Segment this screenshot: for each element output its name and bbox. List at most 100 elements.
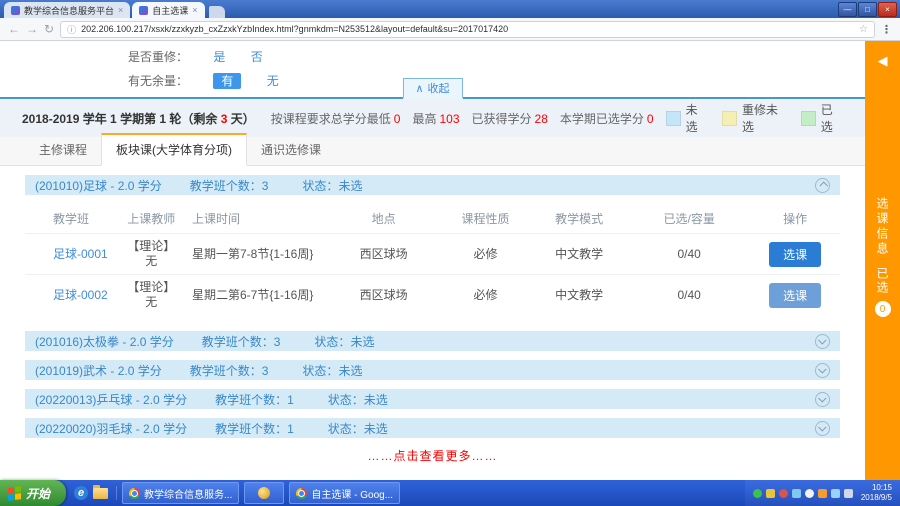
section-class-count: 教学班个数：3 <box>190 177 269 194</box>
time-cell: 星期一第7-8节{1-16周} <box>188 234 327 275</box>
chevron-down-icon[interactable] <box>815 421 830 436</box>
select-course-button[interactable]: 选课 <box>769 283 821 308</box>
tray-icon-lightblue[interactable] <box>792 489 801 498</box>
capacity-cell: 0/40 <box>628 275 750 316</box>
browser-menu-icon[interactable]: ⋮ <box>881 23 892 36</box>
taskbar: 开始 e 教学综合信息服务... 自主选课 - Goog... 1 <box>0 480 900 506</box>
back-button[interactable]: ← <box>8 23 20 35</box>
tab-close-icon[interactable]: × <box>118 5 123 15</box>
course-sections: (201010)足球 - 2.0 学分 教学班个数：3 状态：未选 教学班 上课… <box>0 166 865 480</box>
tray-icon-orange[interactable] <box>818 489 827 498</box>
capacity-cell: 0/40 <box>628 234 750 275</box>
teacher-cell: 【理论】无 <box>115 275 188 316</box>
select-course-button[interactable]: 选课 <box>769 242 821 267</box>
legend-retake-unselected: 重修未选 <box>722 101 787 135</box>
section-status: 状态：未选 <box>314 333 374 350</box>
section-status: 状态：未选 <box>328 420 388 437</box>
nature-cell: 必修 <box>441 234 531 275</box>
quick-launch: e <box>66 486 117 500</box>
class-row-0002: 足球-0002 【理论】无 星期二第6-7节{1-16周} 西区球场 必修 中文… <box>25 275 840 316</box>
load-more-link[interactable]: ……点击查看更多…… <box>25 447 840 464</box>
tab-favicon <box>11 6 20 15</box>
new-tab-button[interactable] <box>209 6 225 18</box>
class-name-link[interactable]: 足球-0001 <box>53 247 108 261</box>
section-title: (201016)太极拳 - 2.0 学分 <box>35 333 174 350</box>
window-minimize-button[interactable]: — <box>838 2 857 17</box>
page-info-icon[interactable]: ⓘ <box>67 23 76 36</box>
side-panel-title: 选课信息 <box>874 197 891 257</box>
tab-general-electives[interactable]: 通识选修课 <box>247 135 335 165</box>
section-status: 状态：未选 <box>302 362 362 379</box>
main-content: 是否重修： 是 否 有无余量： 有 无 ∧ 收起 2018-2019 学年 1 … <box>0 41 865 480</box>
windows-logo-icon <box>8 486 21 501</box>
class-name-link[interactable]: 足球-0002 <box>53 288 108 302</box>
col-action: 操作 <box>750 204 840 234</box>
address-bar[interactable]: ⓘ 202.206.100.217/xsxk/zzxkyzb_cxZzxkYzb… <box>60 21 875 38</box>
collapse-panel-arrow-icon[interactable]: ◀ <box>878 53 888 69</box>
filter-row-capacity: 有无余量： 有 无 <box>128 72 279 89</box>
filter-option-has-capacity[interactable]: 有 <box>213 73 241 89</box>
tab-major-courses[interactable]: 主修课程 <box>25 135 101 165</box>
section-class-count: 教学班个数：1 <box>215 391 294 408</box>
url-text[interactable]: 202.206.100.217/xsxk/zzxkyzb_cxZzxkYzbIn… <box>81 24 854 34</box>
course-section-header-wushu[interactable]: (201019)武术 - 2.0 学分 教学班个数：3 状态：未选 <box>25 360 840 380</box>
system-tray: 10:15 2018/9/5 <box>745 480 900 506</box>
time-cell: 星期二第6-7节{1-16周} <box>188 275 327 316</box>
filter-option-yes[interactable]: 是 <box>213 50 225 64</box>
reload-button[interactable]: ↻ <box>44 23 54 35</box>
filter-label: 有无余量： <box>128 74 188 88</box>
course-category-tabs: 主修课程 板块课(大学体育分项) 通识选修课 <box>0 137 865 166</box>
course-section-header-football[interactable]: (201010)足球 - 2.0 学分 教学班个数：3 状态：未选 <box>25 175 840 195</box>
collapse-filters-button[interactable]: ∧ 收起 <box>402 78 462 99</box>
page-body: 是否重修： 是 否 有无余量： 有 无 ∧ 收起 2018-2019 学年 1 … <box>0 41 900 480</box>
browser-tab-course-select[interactable]: 自主选课 × <box>132 2 204 18</box>
browser-tab-portal[interactable]: 教学综合信息服务平台 × <box>4 2 130 18</box>
section-title: (201019)武术 - 2.0 学分 <box>35 362 162 379</box>
tray-icon-yellow[interactable] <box>766 489 775 498</box>
mode-cell: 中文教学 <box>530 234 628 275</box>
side-panel: ◀ 选课信息 已选 0 <box>865 41 900 480</box>
tray-icon-white[interactable] <box>805 489 814 498</box>
tab-close-icon[interactable]: × <box>192 5 197 15</box>
course-section-header-pingpong[interactable]: (20220013)乒乓球 - 2.0 学分 教学班个数：1 状态：未选 <box>25 389 840 409</box>
col-class: 教学班 <box>25 204 115 234</box>
chevron-up-icon[interactable] <box>815 178 830 193</box>
internet-explorer-icon[interactable]: e <box>74 486 88 500</box>
forward-button[interactable]: → <box>26 23 38 35</box>
chevron-down-icon[interactable] <box>815 363 830 378</box>
filter-option-no[interactable]: 否 <box>251 50 263 64</box>
bookmark-star-icon[interactable]: ☆ <box>859 24 868 35</box>
section-status: 状态：未选 <box>302 177 362 194</box>
legend-selected: 已选 <box>801 101 843 135</box>
start-button[interactable]: 开始 <box>0 480 66 506</box>
window-maximize-button[interactable]: □ <box>858 2 877 17</box>
tab-favicon <box>139 6 148 15</box>
status-legend: 未选 重修未选 已选 <box>666 101 843 135</box>
course-section-header-taiji[interactable]: (201016)太极拳 - 2.0 学分 教学班个数：3 状态：未选 <box>25 331 840 351</box>
chevron-down-icon[interactable] <box>815 334 830 349</box>
col-time: 上课时间 <box>188 204 327 234</box>
tab-block-courses-pe[interactable]: 板块课(大学体育分项) <box>101 133 247 166</box>
class-table-header-row: 教学班 上课教师 上课时间 地点 课程性质 教学模式 已选/容量 操作 <box>25 204 840 234</box>
volume-icon[interactable] <box>831 489 840 498</box>
credit-selected: 本学期已选学分0 <box>560 110 654 127</box>
section-status: 状态：未选 <box>328 391 388 408</box>
taskbar-item-course-select[interactable]: 自主选课 - Goog... <box>289 482 400 504</box>
taskbar-item-app[interactable] <box>244 482 284 504</box>
selected-count-badge: 0 <box>875 301 891 317</box>
course-section-header-badminton[interactable]: (20220020)羽毛球 - 2.0 学分 教学班个数：1 状态：未选 <box>25 418 840 438</box>
filter-option-no-capacity[interactable]: 无 <box>267 74 279 88</box>
network-icon[interactable] <box>844 489 853 498</box>
folder-icon[interactable] <box>93 488 108 499</box>
chevron-down-icon[interactable] <box>815 392 830 407</box>
chevron-up-icon: ∧ <box>415 82 423 95</box>
taskbar-clock[interactable]: 10:15 2018/9/5 <box>861 483 892 504</box>
class-table: 教学班 上课教师 上课时间 地点 课程性质 教学模式 已选/容量 操作 足球-0 <box>25 204 840 315</box>
filter-panel: 是否重修： 是 否 有无余量： 有 无 ∧ 收起 <box>0 41 865 99</box>
tray-icon-red[interactable] <box>779 489 788 498</box>
tab-title: 自主选课 <box>152 4 188 17</box>
window-close-button[interactable]: × <box>878 2 897 17</box>
side-panel-selected-label[interactable]: 已选 <box>874 267 891 295</box>
tray-icon-green[interactable] <box>753 489 762 498</box>
taskbar-item-portal[interactable]: 教学综合信息服务... <box>122 482 239 504</box>
